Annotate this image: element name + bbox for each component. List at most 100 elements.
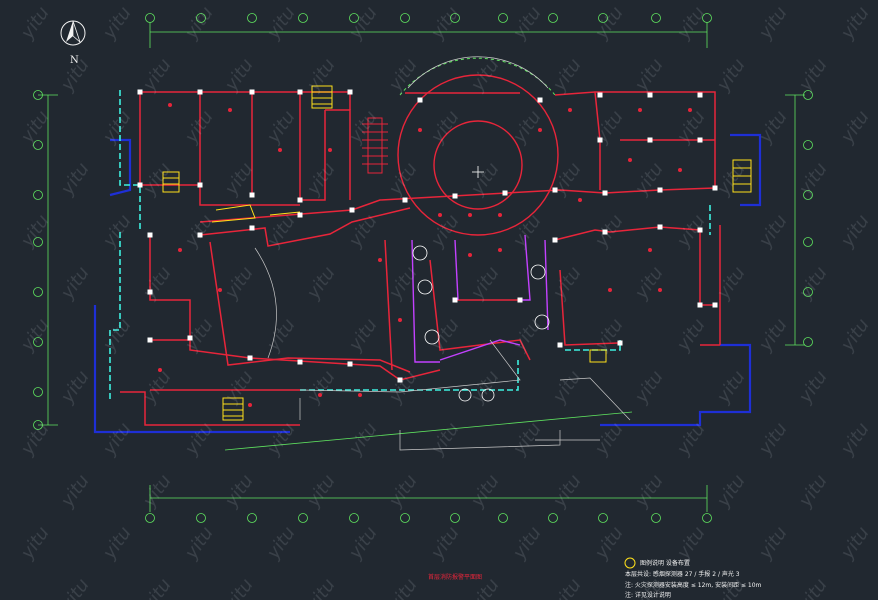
detector-dot: [278, 148, 282, 152]
watermark-text: yitu: [548, 367, 585, 408]
watermark-text: yitu: [56, 159, 93, 200]
watermark-text: yitu: [138, 367, 175, 408]
column-marker: [347, 361, 353, 367]
watermark-text: yitu: [138, 263, 175, 304]
watermark-text: yitu: [630, 263, 667, 304]
watermark-text: yitu: [220, 367, 257, 408]
watermark-text: yitu: [794, 367, 831, 408]
watermark-text: yitu: [794, 159, 831, 200]
legend-symbol: [624, 557, 636, 569]
watermark-text: yitu: [794, 263, 831, 304]
column-marker: [597, 92, 603, 98]
watermark-text: yitu: [712, 471, 749, 512]
floor-plan-drawing: N 首层消防报警平面图 图例说明 设备布置 本层共设: 感烟探测器 27 / 手…: [16, 3, 878, 600]
column-marker: [697, 137, 703, 143]
watermark-text: yitu: [754, 315, 791, 356]
watermark-text: yitu: [56, 471, 93, 512]
watermark-text: yitu: [794, 55, 831, 96]
detector-dot: [568, 108, 572, 112]
watermark-text: yitu: [426, 315, 463, 356]
column-marker: [137, 89, 143, 95]
column-marker: [502, 190, 508, 196]
column-marker: [617, 340, 623, 346]
detector-dot: [228, 108, 232, 112]
column-marker: [657, 187, 663, 193]
watermark-text: yitu: [220, 471, 257, 512]
cad-floor-plan: N 首层消防报警平面图 图例说明 设备布置 本层共设: 感烟探测器 27 / 手…: [0, 0, 878, 600]
watermark-text: yitu: [344, 315, 381, 356]
watermark-text: yitu: [138, 471, 175, 512]
detector-dot: [498, 248, 502, 252]
grid-bubbles-right: [803, 90, 813, 347]
watermark-text: yitu: [344, 3, 381, 44]
watermark-text: yitu: [98, 419, 135, 460]
watermark-text: yitu: [630, 367, 667, 408]
watermark-text: yitu: [16, 3, 53, 44]
watermark-text: yitu: [262, 523, 299, 564]
watermark-text: yitu: [344, 211, 381, 252]
interior-walls: [120, 91, 721, 426]
watermark-text: yitu: [426, 107, 463, 148]
watermark-text: yitu: [302, 263, 339, 304]
watermark-text: yitu: [712, 55, 749, 96]
watermark-text: yitu: [466, 263, 503, 304]
watermark-text: yitu: [98, 3, 135, 44]
detector-dot: [358, 393, 362, 397]
column-marker: [452, 193, 458, 199]
watermark-text: yitu: [138, 55, 175, 96]
watermark-text: yitu: [384, 159, 421, 200]
watermark-text: yitu: [836, 523, 873, 564]
watermark-text: yitu: [98, 315, 135, 356]
watermark-text: yitu: [630, 471, 667, 512]
column-marker: [657, 224, 663, 230]
watermark-text: yitu: [262, 315, 299, 356]
column-marker: [697, 92, 703, 98]
watermark-text: yitu: [754, 419, 791, 460]
watermark-text: yitu: [180, 3, 217, 44]
watermark-text: yitu: [712, 263, 749, 304]
detector-dot: [178, 248, 182, 252]
watermark-text: yitu: [590, 523, 627, 564]
watermark-text: yitu: [16, 523, 53, 564]
watermark-text: yitu: [836, 107, 873, 148]
watermark-text: yitu: [466, 55, 503, 96]
column-marker: [247, 355, 253, 361]
detector-dot: [498, 213, 502, 217]
watermark-text: yitu: [344, 523, 381, 564]
plan-title: 首层消防报警平面图: [428, 573, 482, 581]
detector-dot: [168, 103, 172, 107]
watermark-text: yitu: [180, 107, 217, 148]
watermark-text: yitu: [590, 107, 627, 148]
legend-line-1: 图例说明 设备布置: [640, 559, 690, 567]
watermark-text: yitu: [138, 159, 175, 200]
watermark-text: yitu: [754, 523, 791, 564]
detector-dot: [468, 253, 472, 257]
watermark-text: yitu: [302, 367, 339, 408]
watermark-text: yitu: [98, 523, 135, 564]
watermark-text: yitu: [426, 523, 463, 564]
watermark-text: yitu: [262, 3, 299, 44]
column-marker: [517, 297, 523, 303]
watermark-text: yitu: [56, 575, 93, 600]
watermark-text: yitu: [384, 575, 421, 600]
watermark-text: yitu: [180, 211, 217, 252]
watermark-text: yitu: [548, 471, 585, 512]
column-marker: [417, 97, 423, 103]
watermark-text: yitu: [754, 3, 791, 44]
column-marker: [249, 89, 255, 95]
column-marker: [297, 212, 303, 218]
watermark-text: yitu: [508, 523, 545, 564]
detector-dot: [658, 288, 662, 292]
detector-dot: [608, 288, 612, 292]
watermark-text: yitu: [794, 575, 831, 600]
column-marker: [552, 237, 558, 243]
watermark-text: yitu: [508, 315, 545, 356]
watermark-text: yitu: [508, 107, 545, 148]
watermark-text: yitu: [384, 471, 421, 512]
watermark-text: yitu: [712, 159, 749, 200]
watermark-text: yitu: [180, 315, 217, 356]
watermark-text: yitu: [426, 3, 463, 44]
watermark-text: yitu: [548, 159, 585, 200]
watermark-text: yitu: [672, 3, 709, 44]
watermark-text: yitu: [138, 575, 175, 600]
